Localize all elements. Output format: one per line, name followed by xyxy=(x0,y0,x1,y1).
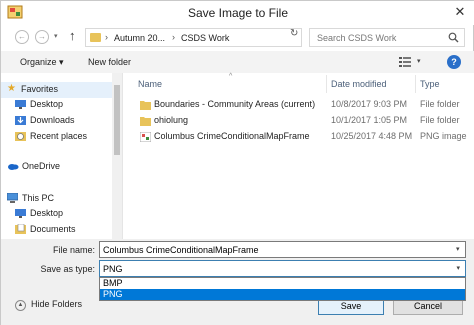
scrollbar-thumb[interactable] xyxy=(114,85,120,155)
folder-icon xyxy=(140,101,151,110)
file-name: Columbus CrimeConditionalMapFrame xyxy=(154,131,310,141)
sidebar-item-onedrive[interactable]: OneDrive xyxy=(7,159,112,175)
sidebar-item-documents[interactable]: Documents xyxy=(15,222,112,238)
navigation-scrollbar[interactable] xyxy=(112,73,122,239)
desktop-icon xyxy=(15,100,26,109)
search-input[interactable]: Search CSDS Work xyxy=(309,28,465,47)
column-header-name[interactable]: Name xyxy=(138,79,162,89)
star-icon: ★ xyxy=(7,83,16,94)
save-dialog: Save Image to File ✕ ← → ▾ ↑ › Autumn 20… xyxy=(0,0,474,325)
new-folder-button[interactable]: New folder xyxy=(88,57,131,67)
file-row[interactable]: Boundaries - Community Areas (current) 1… xyxy=(123,97,474,113)
desktop-icon xyxy=(15,209,26,218)
file-type: File folder xyxy=(420,115,460,125)
search-icon xyxy=(448,32,459,43)
file-type: File folder xyxy=(420,99,460,109)
cancel-button-label: Cancel xyxy=(413,301,442,311)
file-date: 10/1/2017 1:05 PM xyxy=(331,115,408,125)
computer-icon xyxy=(7,193,18,203)
save-button-label: Save xyxy=(340,301,362,311)
sidebar-item-label: Documents xyxy=(30,224,76,234)
savetype-option-selected[interactable]: PNG xyxy=(100,289,465,300)
close-button[interactable]: ✕ xyxy=(453,4,467,20)
sidebar-item-label: Desktop xyxy=(30,208,64,218)
breadcrumb-item[interactable]: Autumn 20... xyxy=(114,33,165,43)
title-bar: Save Image to File ✕ xyxy=(1,1,474,25)
folder-icon xyxy=(90,33,101,42)
filename-label: File name: xyxy=(52,245,95,255)
refresh-icon[interactable]: ↻ xyxy=(290,28,298,39)
file-name: Boundaries - Community Areas (current) xyxy=(154,99,316,109)
recent-locations-icon[interactable]: ▾ xyxy=(54,32,58,40)
address-bar[interactable]: › Autumn 20... › CSDS Work ▾ xyxy=(85,28,363,47)
image-file-icon xyxy=(140,132,151,142)
cloud-icon xyxy=(8,164,19,170)
column-divider[interactable] xyxy=(326,75,327,93)
sidebar-item-favorites[interactable]: ★ Favorites xyxy=(1,82,112,98)
window-title: Save Image to File xyxy=(187,6,289,20)
downloads-icon xyxy=(15,116,26,125)
sidebar-item-downloads[interactable]: Downloads xyxy=(15,113,112,129)
sidebar-item-label: Favorites xyxy=(21,84,59,94)
search-placeholder: Search CSDS Work xyxy=(317,33,397,43)
filename-field[interactable] xyxy=(99,241,466,258)
savetype-value: PNG xyxy=(103,264,123,274)
organize-button[interactable]: Organize ▾ xyxy=(20,57,64,68)
savetype-option[interactable]: BMP xyxy=(100,278,465,289)
sidebar-item-this-pc[interactable]: This PC xyxy=(7,191,112,207)
column-divider[interactable] xyxy=(415,75,416,93)
sort-arrow-icon: ^ xyxy=(229,73,233,80)
sidebar-item-recent-places[interactable]: Recent places xyxy=(15,129,112,145)
savetype-dropdown-list: BMP PNG xyxy=(99,277,466,301)
file-date: 10/25/2017 4:48 PM xyxy=(331,131,413,141)
file-date: 10/8/2017 9:03 PM xyxy=(331,99,408,109)
sidebar-item-desktop[interactable]: Desktop xyxy=(15,97,112,113)
column-header-date[interactable]: Date modified xyxy=(331,79,387,89)
help-icon[interactable]: ? xyxy=(447,55,461,69)
view-options-icon[interactable] xyxy=(399,57,411,67)
sidebar-item-label: Desktop xyxy=(30,99,64,109)
breadcrumb-chevron-icon: › xyxy=(105,32,108,42)
column-header-type[interactable]: Type xyxy=(420,79,440,89)
forward-button[interactable]: → xyxy=(35,30,49,44)
recent-places-icon xyxy=(15,132,26,141)
documents-icon xyxy=(15,224,26,234)
chevron-down-icon[interactable]: ▾ xyxy=(456,245,460,253)
breadcrumb-chevron-icon: › xyxy=(172,32,175,42)
file-list: ^ Name Date modified Type Boundaries - C… xyxy=(123,73,474,239)
file-row[interactable]: Columbus CrimeConditionalMapFrame 10/25/… xyxy=(123,129,474,145)
sidebar-item-label: This PC xyxy=(22,193,55,203)
folder-icon xyxy=(140,117,151,126)
sidebar-item-label: Downloads xyxy=(30,115,75,125)
sidebar-item-label: OneDrive xyxy=(22,161,61,171)
file-name: ohiolung xyxy=(154,115,189,125)
back-button[interactable]: ← xyxy=(15,30,29,44)
address-row: ← → ▾ ↑ › Autumn 20... › CSDS Work ▾ ↻ S… xyxy=(1,25,474,51)
file-type: PNG image xyxy=(420,131,467,141)
hide-folders-label: Hide Folders xyxy=(31,299,83,309)
sidebar-item-desktop[interactable]: Desktop xyxy=(15,206,112,222)
toolbar: Organize ▾ New folder ▾ ? xyxy=(1,51,474,73)
chevron-down-icon[interactable]: ▾ xyxy=(456,264,460,272)
navigation-pane: ★ Favorites Desktop Downloads Recent pla… xyxy=(1,73,123,239)
sidebar-item-label: Recent places xyxy=(30,131,88,141)
savetype-label: Save as type: xyxy=(40,264,95,274)
chevron-up-icon: ▲ xyxy=(15,300,26,311)
file-row[interactable]: ohiolung 10/1/2017 1:05 PM File folder xyxy=(123,113,474,129)
savetype-select[interactable]: PNG ▾ xyxy=(99,260,466,277)
view-dropdown-icon[interactable]: ▾ xyxy=(417,57,421,65)
up-button[interactable]: ↑ xyxy=(69,28,76,43)
breadcrumb-item[interactable]: CSDS Work xyxy=(181,33,229,43)
